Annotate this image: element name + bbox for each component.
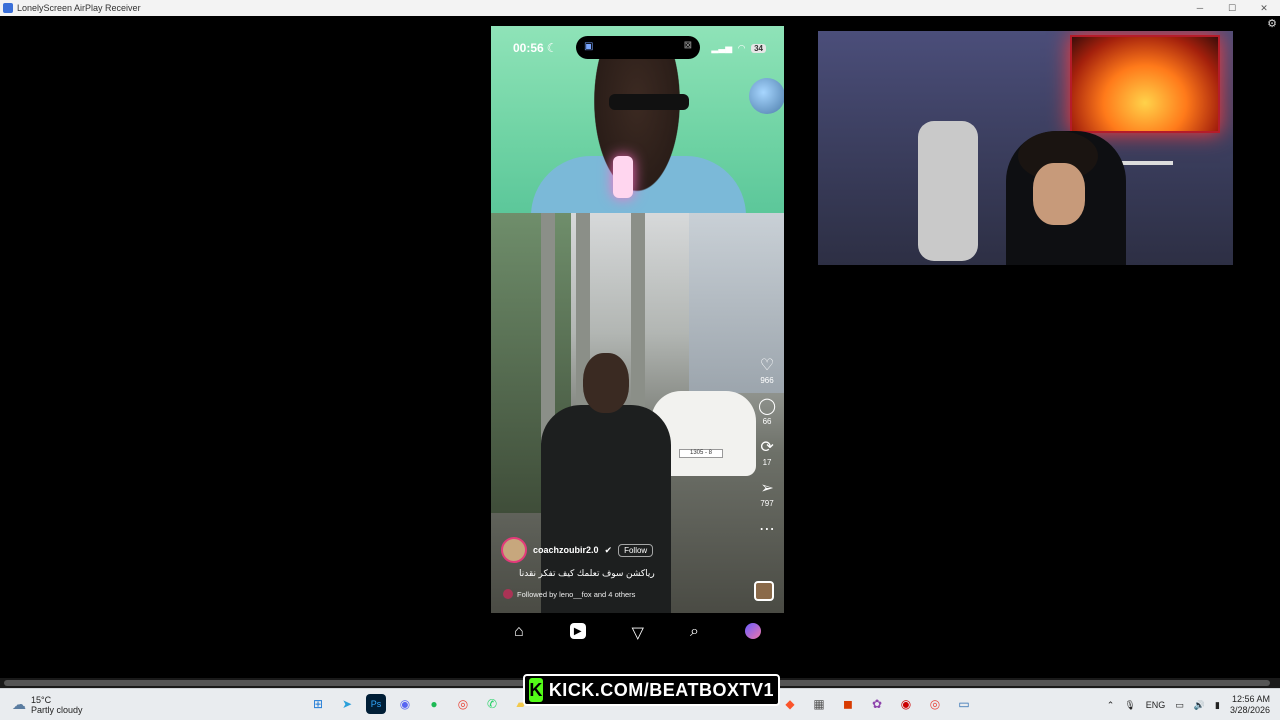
moon-sticker <box>749 78 784 114</box>
microphone-icon[interactable]: 🎙 <box>1124 700 1135 711</box>
app-icon <box>3 3 13 13</box>
clock-time: 12:56 AM <box>1231 694 1270 704</box>
photoshop-icon[interactable]: Ps <box>366 694 386 714</box>
screen-mirror-icon: ▣ <box>584 41 594 52</box>
minimize-button[interactable]: ─ <box>1184 0 1216 16</box>
remote-icon[interactable]: ▭ <box>954 694 974 714</box>
telegram-icon[interactable]: ➤ <box>337 694 357 714</box>
clock-date: 3/28/2026 <box>1229 705 1270 715</box>
reel-description[interactable]: رياكشن سوف تعلمك كيف تفكر نقدنا <box>519 568 655 579</box>
cloud-icon: ☁ <box>12 696 26 712</box>
brave-icon[interactable]: ◆ <box>780 694 800 714</box>
streamer-face <box>1033 163 1085 225</box>
volume-icon[interactable]: 🔊 <box>1194 700 1205 711</box>
weather-desc: Partly cloudy <box>31 704 83 715</box>
follow-button[interactable]: Follow <box>618 543 654 557</box>
battery-icon[interactable]: ▮ <box>1215 700 1220 711</box>
profile-avatar[interactable] <box>744 623 761 639</box>
comment-action[interactable]: ◯ 66 <box>758 398 776 427</box>
more-action[interactable]: ⋯ <box>759 522 775 538</box>
facecam-glasses <box>609 94 689 110</box>
man-body <box>541 405 671 613</box>
facecam-microphone <box>613 156 633 198</box>
share-count: 797 <box>760 499 774 508</box>
start-icon[interactable]: ⊞ <box>308 694 328 714</box>
user-avatar[interactable] <box>501 537 527 563</box>
chrome-icon[interactable]: ◎ <box>453 694 473 714</box>
weather-temp: 15°C <box>31 694 52 705</box>
island-close-icon: ⊠ <box>683 40 692 51</box>
direct-icon[interactable]: ▽ <box>632 623 644 643</box>
fireplace-tv <box>1070 35 1220 133</box>
reel-video[interactable]: 1305 - 8 ♡ 966 ◯ 66 ⟳ 17 ➢ 797 ⋯ coachzo… <box>491 213 784 613</box>
spotify-icon[interactable]: ● <box>424 694 444 714</box>
whatsapp-icon[interactable]: ✆ <box>482 694 502 714</box>
like-action[interactable]: ♡ 966 <box>759 357 775 386</box>
like-count: 966 <box>760 376 774 385</box>
search-icon[interactable]: ⌕ <box>690 623 699 641</box>
follower-avatar <box>503 589 513 599</box>
phone-mirror: 00:56 ☾ ▣ ⊠ ▂▃▅ ◠ 34 1305 - 8 ♡ 966 ◯ 66… <box>491 26 784 671</box>
webcam-feed <box>818 31 1233 265</box>
repost-count: 17 <box>762 458 772 467</box>
reel-action-bar: ♡ 966 ◯ 66 ⟳ 17 ➢ 797 ⋯ <box>758 358 776 538</box>
window-title: LonelyScreen AirPlay Receiver <box>17 3 141 13</box>
home-icon[interactable]: ⌂ <box>514 623 524 641</box>
maximize-button[interactable]: ☐ <box>1216 0 1248 16</box>
taskbar-clock[interactable]: 12:56 AM 3/28/2026 <box>1230 694 1270 716</box>
verified-icon: ✔ <box>604 544 613 555</box>
calendar-icon[interactable]: ▦ <box>809 694 829 714</box>
kick-overlay: K KICK.COM/BEATBOXTV1 <box>523 674 780 706</box>
facecam-person <box>587 56 687 206</box>
chrome-2-icon[interactable]: ◎ <box>925 694 945 714</box>
signal-icon: ▂▃▅ <box>711 42 733 53</box>
repost-icon: ⟳ <box>760 439 774 456</box>
record-icon[interactable]: ◉ <box>896 694 916 714</box>
man-head <box>583 353 629 413</box>
dynamic-island[interactable]: ▣ ⊠ <box>576 36 700 59</box>
color-app-icon[interactable]: ✿ <box>867 694 887 714</box>
heart-icon: ♡ <box>759 357 775 374</box>
status-time: 00:56 <box>513 41 544 55</box>
followed-by: Followed by leno__fox and 4 others <box>503 589 635 599</box>
reel-username[interactable]: coachzoubir2.0 <box>533 545 599 555</box>
more-icon: ⋯ <box>759 521 776 538</box>
close-button[interactable]: ✕ <box>1248 0 1280 16</box>
language-indicator[interactable]: ENG <box>1146 700 1166 710</box>
reel-caption: coachzoubir2.0 ✔ Follow <box>501 537 654 563</box>
share-action[interactable]: ➢ 797 <box>760 480 774 509</box>
send-icon: ➢ <box>760 480 774 497</box>
desktop: LonelyScreen AirPlay Receiver ─ ☐ ✕ ⚙ 00… <box>0 0 1280 720</box>
comment-count: 66 <box>762 417 772 426</box>
gear-icon[interactable]: ⚙ <box>1267 17 1277 30</box>
window-titlebar: LonelyScreen AirPlay Receiver ─ ☐ ✕ <box>0 0 1280 16</box>
kick-logo-icon: K <box>529 678 543 702</box>
moon-icon: ☾ <box>546 41 558 55</box>
gaming-chair <box>918 121 978 261</box>
system-tray: ⌃ 🎙 ENG ▭ 🔊 ▮ 12:56 AM 3/28/2026 <box>1107 689 1270 720</box>
phone-bottom-nav: ⌂ ▶ ▽ ⌕ <box>491 613 784 671</box>
taskbar-apps: ⊞ ➤ Ps ◉ ● ◎ ✆ ▰ <box>308 694 531 714</box>
weather-widget[interactable]: ☁ 15°C Partly cloudy <box>0 695 83 715</box>
chevron-up-icon[interactable]: ⌃ <box>1107 700 1115 711</box>
audio-thumbnail[interactable] <box>754 581 774 601</box>
kick-url: KICK.COM/BEATBOXTV1 <box>548 679 774 700</box>
wifi-icon: ◠ <box>738 42 746 53</box>
network-icon[interactable]: ▭ <box>1175 700 1184 711</box>
repost-action[interactable]: ⟳ 17 <box>760 439 774 468</box>
followed-by-text: Followed by leno__fox and 4 others <box>517 589 636 599</box>
phone-status-bar: 00:56 ☾ ▣ ⊠ ▂▃▅ ◠ 34 <box>491 26 784 70</box>
reels-icon[interactable]: ▶ <box>569 623 586 639</box>
office-icon[interactable]: ◼ <box>838 694 858 714</box>
battery-badge: 34 <box>751 43 766 53</box>
taskbar-apps-right: ◆ ▦ ◼ ✿ ◉ ◎ ▭ <box>780 694 974 714</box>
comment-icon: ◯ <box>758 398 776 415</box>
discord-icon[interactable]: ◉ <box>395 694 415 714</box>
